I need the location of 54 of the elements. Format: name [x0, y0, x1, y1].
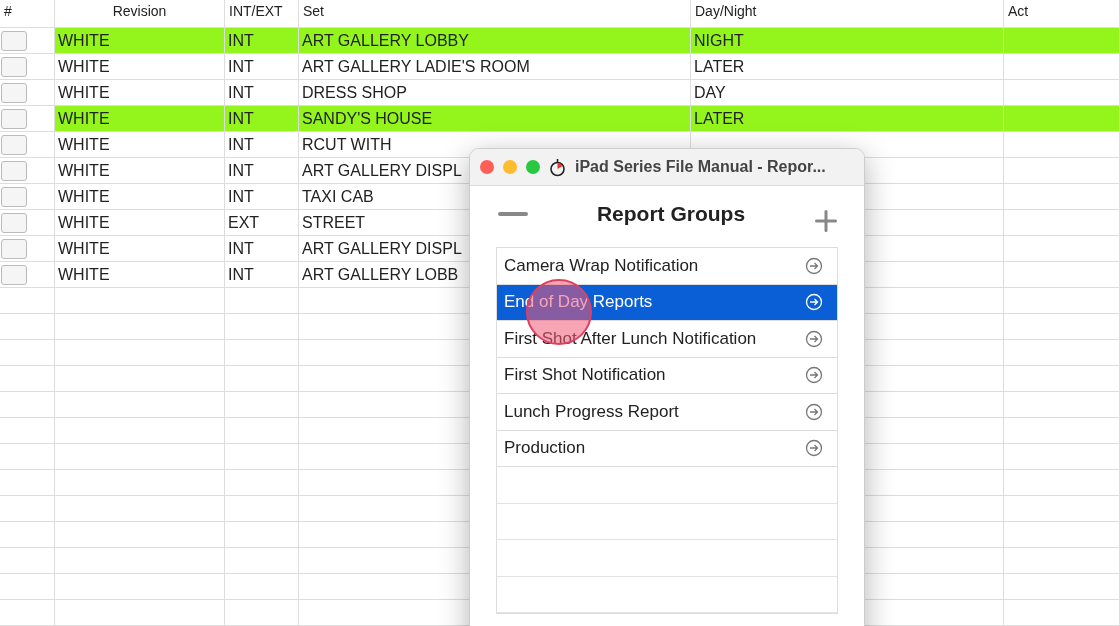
stopwatch-icon: [549, 157, 566, 177]
column-header[interactable]: Set: [299, 0, 691, 27]
table-cell: INT: [225, 132, 299, 158]
arrow-circle-icon[interactable]: [805, 366, 823, 385]
column-header[interactable]: Act: [1004, 0, 1120, 27]
table-cell: WHITE: [55, 184, 225, 210]
row-marker[interactable]: [1, 82, 27, 103]
arrow-circle-icon[interactable]: [805, 439, 823, 458]
report-group-item[interactable]: Camera Wrap Notification: [497, 248, 837, 285]
table-cell: NIGHT: [691, 28, 1004, 54]
table-cell: INT: [225, 184, 299, 210]
table-cell: WHITE: [55, 54, 225, 80]
close-button[interactable]: [480, 160, 494, 174]
table-cell: WHITE: [55, 132, 225, 158]
table-cell: WHITE: [55, 210, 225, 236]
table-cell: LATER: [691, 106, 1004, 132]
table-cell: WHITE: [55, 236, 225, 262]
table-cell: EXT: [225, 210, 299, 236]
table-cell: ART GALLERY LOBBY: [299, 28, 691, 54]
report-group-item[interactable]: Lunch Progress Report: [497, 394, 837, 431]
column-header[interactable]: Day/Night: [691, 0, 1004, 27]
row-marker[interactable]: [1, 56, 27, 77]
table-cell: WHITE: [55, 106, 225, 132]
arrow-circle-icon[interactable]: [805, 329, 823, 348]
table-cell: LATER: [691, 54, 1004, 80]
table-cell: INT: [225, 106, 299, 132]
table-cell: WHITE: [55, 28, 225, 54]
row-marker[interactable]: [1, 186, 27, 207]
row-marker[interactable]: [1, 264, 27, 285]
row-marker[interactable]: [1, 212, 27, 233]
table-cell: WHITE: [55, 158, 225, 184]
table-cell: INT: [225, 262, 299, 288]
table-cell: ART GALLERY LADIE'S ROOM: [299, 54, 691, 80]
column-header[interactable]: INT/EXT: [225, 0, 299, 27]
column-header[interactable]: Revision: [55, 0, 225, 27]
table-cell: INT: [225, 158, 299, 184]
row-marker[interactable]: [1, 134, 27, 155]
report-group-item[interactable]: Production: [497, 430, 837, 467]
row-marker[interactable]: [1, 160, 27, 181]
zoom-button[interactable]: [526, 160, 540, 174]
column-header[interactable]: #: [0, 0, 55, 27]
table-cell: INT: [225, 28, 299, 54]
minimize-button[interactable]: [503, 160, 517, 174]
table-cell: SANDY'S HOUSE: [299, 106, 691, 132]
row-marker[interactable]: [1, 108, 27, 129]
row-marker[interactable]: [1, 30, 27, 51]
arrow-circle-icon[interactable]: [805, 256, 823, 275]
report-group-item[interactable]: First Shot Notification: [497, 357, 837, 394]
remove-button[interactable]: [498, 211, 528, 217]
arrow-circle-icon[interactable]: [805, 402, 823, 421]
table-cell: INT: [225, 54, 299, 80]
table-cell: WHITE: [55, 262, 225, 288]
row-marker[interactable]: [1, 238, 27, 259]
table-cell: INT: [225, 236, 299, 262]
